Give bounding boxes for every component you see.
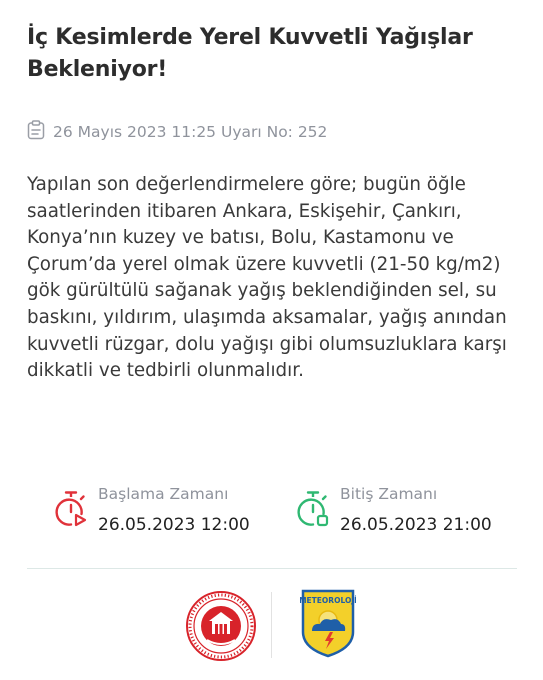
meteoroloji-logo: METEOROLOJİ bbox=[299, 588, 357, 658]
afad-logo bbox=[185, 590, 257, 662]
start-time-value: 26.05.2023 12:00 bbox=[98, 515, 250, 535]
end-time-label: Bitiş Zamanı bbox=[340, 485, 438, 503]
start-time-text: Başlama Zamanı 26.05.2023 12:00 bbox=[98, 484, 250, 536]
meteoroloji-logo-text: METEOROLOJİ bbox=[300, 596, 356, 605]
alert-meta: 26 Mayıs 2023 11:25 Uyarı No: 252 bbox=[27, 120, 328, 144]
start-time-label: Başlama Zamanı bbox=[98, 485, 229, 503]
end-time-text: Bitiş Zamanı 26.05.2023 21:00 bbox=[340, 484, 492, 536]
stopwatch-play-icon bbox=[54, 484, 88, 536]
end-time-value: 26.05.2023 21:00 bbox=[340, 515, 492, 535]
clipboard-icon bbox=[27, 120, 45, 144]
stopwatch-stop-icon bbox=[296, 484, 330, 536]
end-time-block: Bitiş Zamanı 26.05.2023 21:00 bbox=[296, 484, 492, 536]
alert-body: Yapılan son değerlendirmelere göre; bugü… bbox=[27, 174, 507, 382]
alert-title: İç Kesimlerde Yerel Kuvvetli Yağışlar Be… bbox=[27, 25, 473, 82]
logo-divider bbox=[271, 592, 272, 658]
alert-meta-text: 26 Mayıs 2023 11:25 Uyarı No: 252 bbox=[53, 123, 328, 141]
footer-divider bbox=[27, 568, 517, 569]
start-time-block: Başlama Zamanı 26.05.2023 12:00 bbox=[54, 484, 250, 536]
